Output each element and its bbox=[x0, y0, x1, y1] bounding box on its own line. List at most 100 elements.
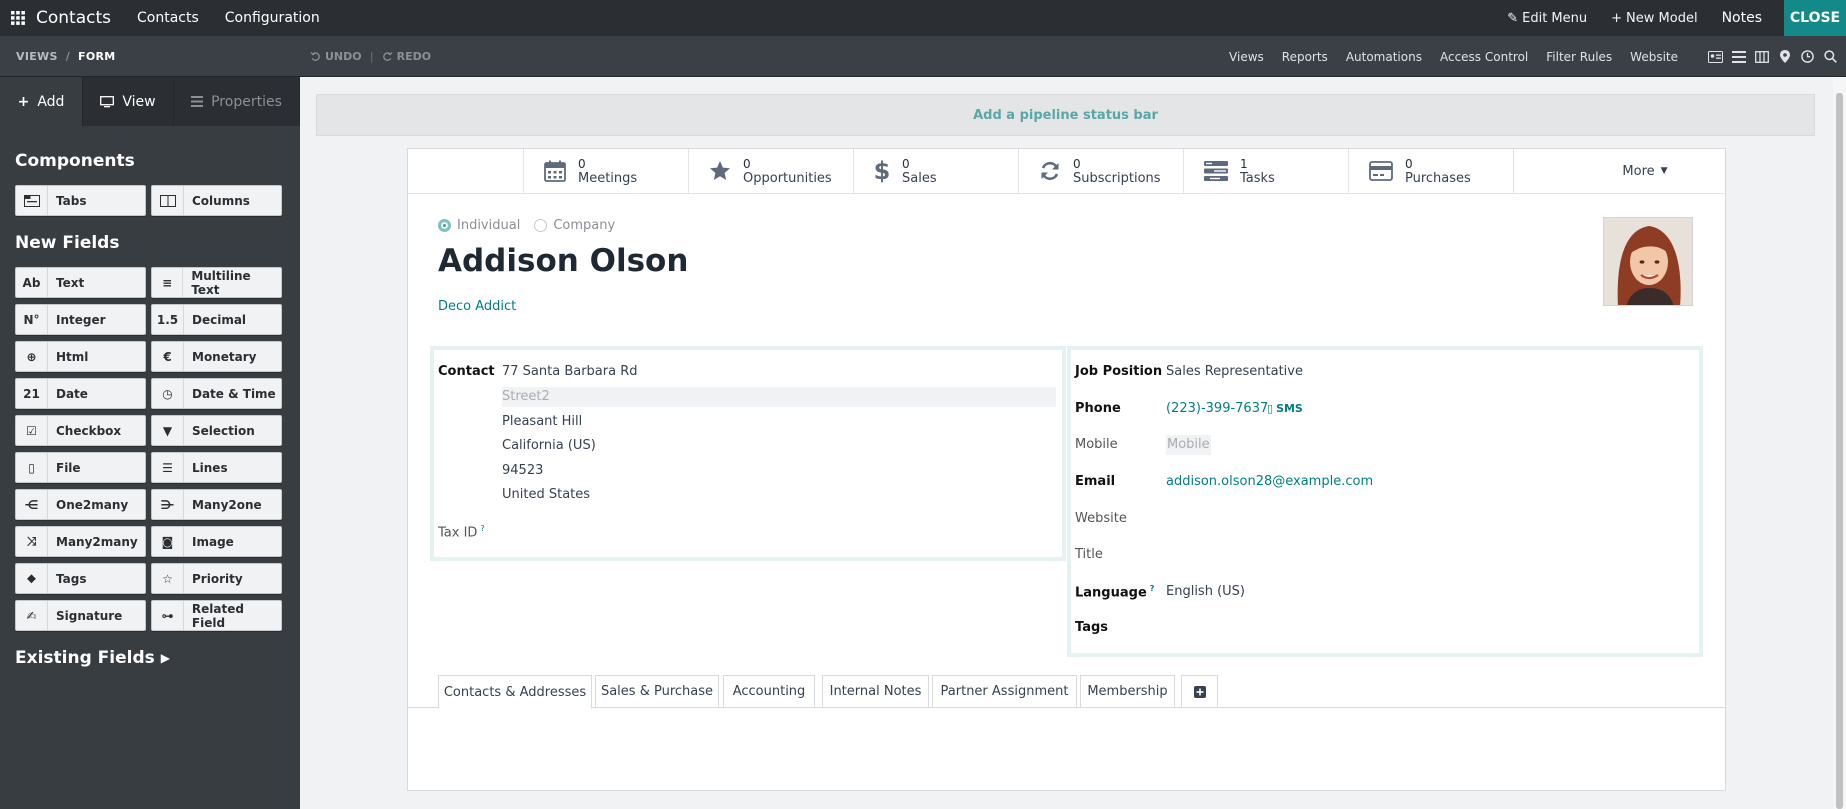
field-one2many[interactable]: ⋲ One2many bbox=[15, 489, 146, 520]
kanban-icon[interactable] bbox=[1750, 50, 1773, 63]
radio-individual-label: Individual bbox=[457, 218, 521, 233]
priority-star-icon: ☆ bbox=[152, 564, 184, 593]
undo-button[interactable]: UNDO bbox=[310, 50, 362, 63]
field-selection[interactable]: ▼ Selection bbox=[151, 415, 282, 446]
app-grid-icon[interactable] bbox=[0, 0, 36, 36]
phone-field[interactable]: (223)-399-7637 bbox=[1166, 401, 1268, 416]
redo-button[interactable]: REDO bbox=[382, 50, 431, 63]
field-tags[interactable]: ⬥ Tags bbox=[15, 563, 146, 594]
contact-card-icon[interactable] bbox=[1704, 50, 1727, 63]
add-tab-button[interactable] bbox=[1181, 675, 1218, 708]
columns-icon bbox=[152, 186, 184, 215]
mobile-field[interactable]: Mobile bbox=[1166, 435, 1211, 455]
field-lines[interactable]: ☰ Lines bbox=[151, 452, 282, 483]
tax-id-help-icon[interactable]: ? bbox=[480, 524, 484, 533]
pencil-icon: ✎ bbox=[1507, 10, 1519, 26]
field-html[interactable]: ⊕ Html bbox=[15, 341, 146, 372]
tab-accounting[interactable]: Accounting bbox=[723, 675, 815, 708]
link-automations[interactable]: Automations bbox=[1346, 50, 1422, 64]
field-label: Lines bbox=[192, 460, 228, 475]
contact-name[interactable]: Addison Olson bbox=[438, 243, 688, 279]
sidebar-tab-add[interactable]: + Add bbox=[0, 77, 83, 126]
field-integer[interactable]: N° Integer bbox=[15, 304, 146, 335]
sidebar-tab-view[interactable]: View bbox=[83, 77, 174, 126]
field-date-time[interactable]: ◷ Date & Time bbox=[151, 378, 282, 409]
clock-icon[interactable] bbox=[1796, 50, 1819, 63]
edit-menu-link[interactable]: ✎ Edit Menu bbox=[1507, 11, 1587, 26]
language-help-icon[interactable]: ? bbox=[1150, 584, 1155, 593]
field-text[interactable]: Ab Text bbox=[15, 267, 146, 298]
dollar-icon: $ bbox=[874, 159, 890, 183]
add-pipeline-status-bar[interactable]: Add a pipeline status bar bbox=[316, 94, 1815, 136]
language-label-text: Language bbox=[1075, 585, 1147, 601]
street-field[interactable]: 77 Santa Barbara Rd bbox=[502, 364, 638, 379]
zip-field[interactable]: 94523 bbox=[502, 463, 543, 478]
link-filter-rules[interactable]: Filter Rules bbox=[1546, 50, 1612, 64]
link-reports[interactable]: Reports bbox=[1282, 50, 1328, 64]
map-pin-icon[interactable] bbox=[1773, 50, 1796, 63]
tab-sales-purchase[interactable]: Sales & Purchase bbox=[595, 675, 719, 708]
field-monetary[interactable]: € Monetary bbox=[151, 341, 282, 372]
notes-link[interactable]: Notes bbox=[1722, 10, 1762, 26]
link-website[interactable]: Website bbox=[1630, 50, 1678, 64]
more-button[interactable]: More ▼ bbox=[1563, 149, 1727, 193]
one2many-icon: ⋲ bbox=[16, 490, 48, 519]
field-image[interactable]: ◙ Image bbox=[151, 526, 282, 557]
menu-configuration[interactable]: Configuration bbox=[225, 10, 320, 26]
link-access-control[interactable]: Access Control bbox=[1440, 50, 1528, 64]
smart-button-subscriptions[interactable]: 0 Subscriptions bbox=[1019, 149, 1184, 193]
field-multiline-text[interactable]: ≡ Multiline Text bbox=[151, 267, 282, 298]
app-title[interactable]: Contacts bbox=[36, 8, 111, 28]
smart-button-tasks[interactable]: 1 Tasks bbox=[1184, 149, 1349, 193]
existing-fields-toggle[interactable]: Existing Fields ▶ bbox=[15, 648, 170, 668]
link-views[interactable]: Views bbox=[1229, 50, 1264, 64]
field-signature[interactable]: ✍ Signature bbox=[15, 600, 146, 631]
search-icon[interactable] bbox=[1819, 50, 1842, 63]
state-field[interactable]: California (US) bbox=[502, 438, 596, 453]
radio-company-dot bbox=[534, 219, 548, 232]
field-file[interactable]: ▯ File bbox=[15, 452, 146, 483]
smart-button-purchases[interactable]: 0 Purchases bbox=[1349, 149, 1514, 193]
sidebar-tab-properties[interactable]: Properties bbox=[174, 77, 300, 126]
parent-company-link[interactable]: Deco Addict bbox=[438, 299, 516, 314]
tab-partner-assignment[interactable]: Partner Assignment bbox=[932, 675, 1077, 708]
new-model-link[interactable]: + New Model bbox=[1611, 11, 1697, 26]
field-priority[interactable]: ☆ Priority bbox=[151, 563, 282, 594]
list-icon[interactable] bbox=[1727, 50, 1750, 63]
smart-button-sales[interactable]: $0 Sales bbox=[854, 149, 1019, 193]
field-label: Monetary bbox=[192, 349, 257, 364]
tab-internal-notes[interactable]: Internal Notes bbox=[822, 675, 929, 708]
email-field[interactable]: addison.olson28@example.com bbox=[1166, 474, 1373, 489]
component-columns[interactable]: Columns bbox=[151, 185, 282, 216]
field-label: Tags bbox=[56, 571, 87, 586]
menu-contacts[interactable]: Contacts bbox=[137, 10, 199, 26]
city-field[interactable]: Pleasant Hill bbox=[502, 414, 582, 429]
smart-button-label: Purchases bbox=[1405, 170, 1471, 186]
field-related-field[interactable]: ⊶ Related Field bbox=[151, 600, 282, 631]
tab-contacts-addresses[interactable]: Contacts & Addresses bbox=[438, 675, 592, 709]
country-field[interactable]: United States bbox=[502, 487, 590, 502]
component-tabs[interactable]: Tabs bbox=[15, 185, 146, 216]
field-checkbox[interactable]: ☑ Checkbox bbox=[15, 415, 146, 446]
sms-button[interactable]: ▯ SMS bbox=[1267, 402, 1303, 415]
smart-button-meetings[interactable]: 0 Meetings bbox=[524, 149, 689, 193]
close-studio-button[interactable]: CLOSE bbox=[1784, 0, 1846, 36]
tab-membership[interactable]: Membership bbox=[1080, 675, 1175, 708]
radio-company[interactable]: Company bbox=[534, 218, 615, 233]
radio-individual[interactable]: Individual bbox=[438, 218, 520, 233]
contact-avatar[interactable] bbox=[1603, 217, 1693, 306]
breadcrumb-form: FORM bbox=[78, 49, 116, 63]
job-position-field[interactable]: Sales Representative bbox=[1166, 364, 1303, 379]
street2-field[interactable]: Street2 bbox=[502, 387, 1056, 407]
new-fields-heading: New Fields bbox=[15, 233, 120, 253]
smart-button-opportunities[interactable]: 0 Opportunities bbox=[689, 149, 854, 193]
button-box-empty-slot[interactable] bbox=[408, 149, 524, 193]
vertical-scrollbar[interactable] bbox=[1833, 77, 1846, 809]
scrollbar-thumb[interactable] bbox=[1836, 93, 1843, 809]
field-decimal[interactable]: 1.5 Decimal bbox=[151, 304, 282, 335]
field-many2one[interactable]: ⋺ Many2one bbox=[151, 489, 282, 520]
field-many2many[interactable]: ⤨ Many2many bbox=[15, 526, 146, 557]
breadcrumb-views[interactable]: VIEWS bbox=[16, 50, 58, 63]
field-date[interactable]: 21 Date bbox=[15, 378, 146, 409]
language-field[interactable]: English (US) bbox=[1166, 584, 1245, 599]
